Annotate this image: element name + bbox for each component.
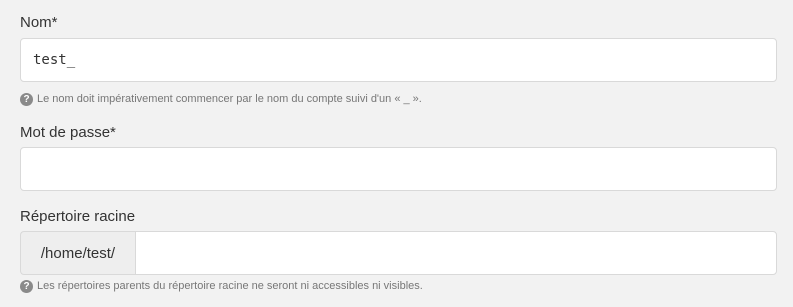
- password-input[interactable]: [20, 147, 777, 191]
- name-help-text: Le nom doit impérativement commencer par…: [37, 93, 422, 105]
- root-dir-prefix: /home/test/: [20, 231, 135, 275]
- question-circle-icon: ?: [20, 279, 33, 293]
- password-label: Mot de passe*: [20, 124, 116, 141]
- ftp-account-form: Nom* ? Le nom doit impérativement commen…: [0, 0, 793, 307]
- root-dir-input[interactable]: [135, 231, 777, 275]
- name-input[interactable]: [20, 38, 777, 82]
- root-dir-help: ? Les répertoires parents du répertoire …: [20, 279, 423, 293]
- root-dir-input-group: /home/test/: [20, 231, 777, 275]
- root-dir-label: Répertoire racine: [20, 208, 136, 225]
- name-help: ? Le nom doit impérativement commencer p…: [20, 92, 422, 106]
- root-dir-help-text: Les répertoires parents du répertoire ra…: [37, 280, 423, 292]
- name-label: Nom*: [20, 14, 58, 31]
- question-circle-icon: ?: [20, 92, 33, 106]
